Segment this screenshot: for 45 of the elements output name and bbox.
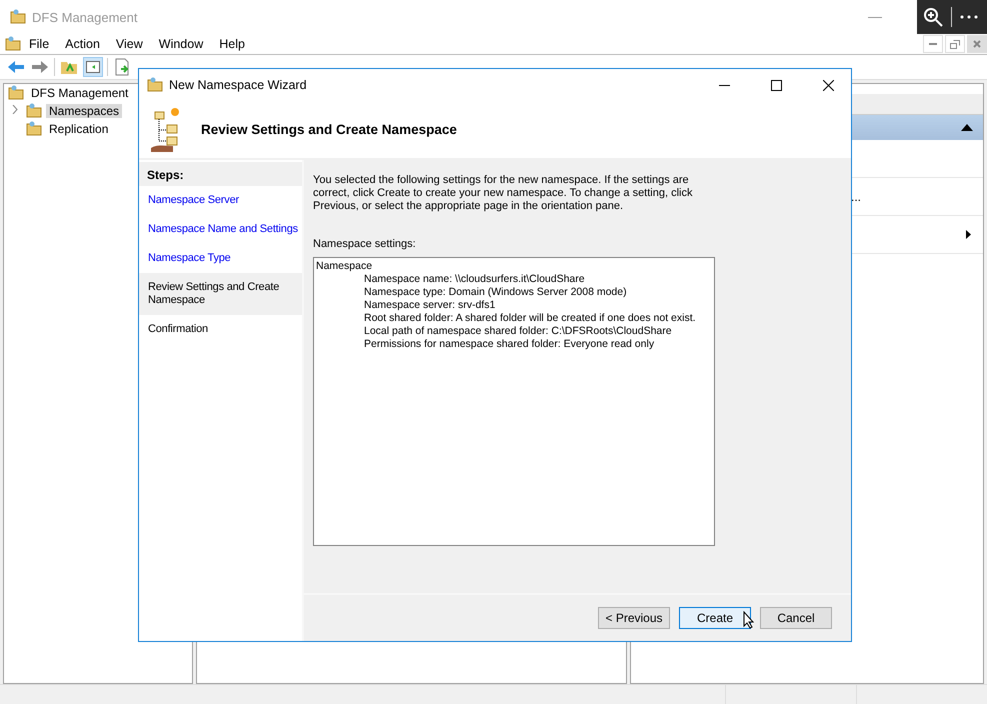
mdi-close-button[interactable]: [967, 35, 987, 53]
intro-text: You selected the following settings for the new namespace. If the settings are correct, click Create to create your new namespace. To change a setting, click Previous, or select the appropriate page in the orientation pane.: [313, 174, 694, 213]
dialog-title: New Namespace Wizard: [169, 78, 307, 92]
action-item[interactable]: ...: [851, 190, 862, 204]
submenu-arrow-icon[interactable]: [966, 230, 971, 239]
more-icon[interactable]: [960, 15, 978, 19]
folder-icon: [8, 85, 24, 101]
step-link[interactable]: Namespace Name and Settings: [139, 215, 302, 244]
tree-item[interactable]: DFS Management: [28, 86, 132, 100]
dialog-button[interactable]: Create: [679, 607, 751, 629]
step-link[interactable]: Namespace Server: [139, 186, 302, 215]
minimize-icon[interactable]: [718, 84, 730, 86]
menu-item[interactable]: Window: [150, 37, 212, 51]
minimize-icon: [929, 43, 937, 45]
tree-item[interactable]: Namespaces: [46, 104, 122, 118]
show-pane-button[interactable]: [83, 57, 103, 77]
menu-item[interactable]: File: [21, 37, 58, 51]
dialog-button[interactable]: Cancel: [760, 607, 832, 629]
close-icon[interactable]: [822, 80, 834, 90]
restore-icon: [950, 40, 960, 48]
steps-title: Steps:: [139, 162, 302, 186]
mdi-restore-button[interactable]: [945, 35, 965, 53]
menu-item[interactable]: View: [108, 37, 151, 51]
step-item[interactable]: Confirmation: [139, 315, 302, 344]
folder-icon: [26, 121, 42, 137]
zoom-in-icon[interactable]: [923, 7, 943, 27]
settings-label: Namespace settings:: [313, 238, 417, 250]
close-icon: [973, 40, 981, 48]
menu-app-icon: [5, 36, 21, 52]
app-icon: [10, 9, 26, 25]
collapse-triangle-icon[interactable]: [961, 124, 973, 131]
menu-item[interactable]: Action: [57, 37, 108, 51]
menu-item[interactable]: Help: [211, 37, 253, 51]
mdi-minimize-button[interactable]: [923, 35, 943, 53]
page-heading: Review Settings and Create Namespace: [201, 122, 457, 137]
step-link[interactable]: Namespace Type: [139, 244, 302, 273]
tree-item[interactable]: Replication: [46, 122, 112, 136]
wizard-app-icon: [147, 77, 163, 93]
folder-icon: [26, 103, 42, 119]
maximize-icon[interactable]: [770, 80, 782, 90]
window-title: DFS Management: [32, 10, 138, 24]
dialog-button[interactable]: < Previous: [598, 607, 670, 629]
step-item[interactable]: Review Settings and Create Namespace: [139, 273, 302, 315]
settings-text-box[interactable]: Namespace Namespace name: \\cloudsurfers.it\CloudShare Namespace type: Domain (Windows Server 2008 mode) Namespace server: srv-dfs1 Root shared folder: A shared folder will be created if one does not exist. Local path of namespace shared folder: C:\DFSRoots\CloudShare Permissions for namespace shared folder: Everyone read only: [313, 257, 715, 546]
mouse-cursor-icon: [743, 611, 755, 629]
